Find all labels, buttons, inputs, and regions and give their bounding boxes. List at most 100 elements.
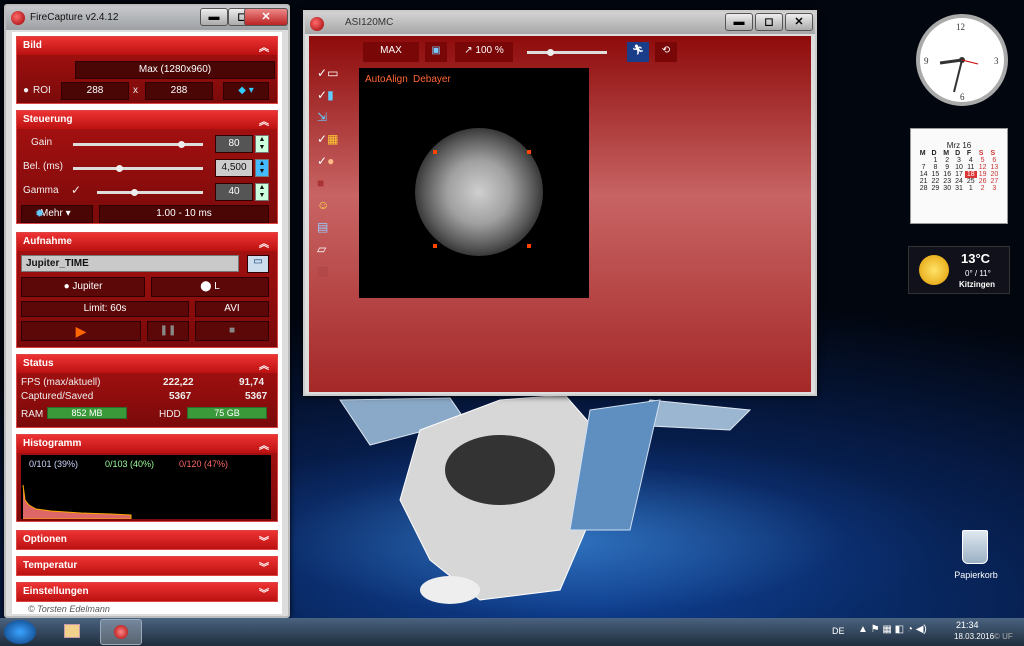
gain-slider-knob[interactable] bbox=[177, 141, 185, 148]
title-bar[interactable]: FireCapture v2.4.12 ▬ ◻ ✕ bbox=[6, 6, 288, 30]
clock-date[interactable]: 18.03.2016 bbox=[954, 632, 994, 641]
calendar-day[interactable]: 21 bbox=[918, 178, 930, 185]
capture-title-bar[interactable]: ASI120MC ▬ ◻ ✕ bbox=[305, 12, 815, 34]
taskbar-item-explorer[interactable] bbox=[52, 620, 92, 644]
calendar-day[interactable] bbox=[918, 157, 930, 164]
calendar-day[interactable]: 18 bbox=[964, 171, 977, 178]
calendar-day[interactable]: 6 bbox=[988, 157, 1000, 164]
tray-icons[interactable]: ▲ ⚑ ▦ ◧ ◔ ◀) bbox=[858, 624, 927, 635]
record-button[interactable]: ▶ bbox=[21, 321, 141, 341]
calendar-day[interactable]: 29 bbox=[930, 185, 942, 192]
start-button[interactable] bbox=[4, 620, 36, 644]
exposure-spinner[interactable]: ▲ ▼ bbox=[255, 159, 269, 177]
recycle-bin[interactable]: Papierkorb bbox=[948, 530, 1004, 584]
tool-record[interactable]: ■ bbox=[317, 176, 347, 194]
roi-dropdown[interactable]: ◆ ▾ bbox=[223, 82, 269, 100]
calendar-day[interactable]: 31 bbox=[953, 185, 965, 192]
tool-note[interactable]: ▱ bbox=[317, 242, 347, 260]
minimize-button[interactable]: ▬ bbox=[200, 8, 228, 26]
exposure-range[interactable]: 1.00 - 10 ms bbox=[99, 205, 269, 223]
tool-save[interactable]: ▤ bbox=[317, 220, 347, 238]
folder-button[interactable]: ▭ bbox=[247, 255, 269, 273]
panel-histogramm-header[interactable]: Histogramm ︽ bbox=[17, 435, 277, 453]
gamma-spinner[interactable]: ▲ ▼ bbox=[255, 183, 269, 201]
capture-minimize-button[interactable]: ▬ bbox=[725, 13, 753, 31]
panel-temperatur-header[interactable]: Temperatur ︾ bbox=[17, 557, 277, 575]
calendar-day[interactable]: 14 bbox=[918, 171, 930, 178]
calendar-day[interactable]: 22 bbox=[930, 178, 942, 185]
gain-slider[interactable] bbox=[73, 141, 203, 148]
calendar-day[interactable]: 2 bbox=[977, 185, 989, 192]
calendar-day[interactable]: 13 bbox=[988, 164, 1000, 171]
stop-button[interactable]: ■ bbox=[195, 321, 269, 341]
gamma-slider-knob[interactable] bbox=[131, 189, 139, 196]
exposure-slider-knob[interactable] bbox=[115, 165, 123, 172]
tool-trash[interactable]: ▥ bbox=[317, 264, 347, 282]
limit-button[interactable]: Limit: 60s bbox=[21, 301, 189, 317]
format-avi-button[interactable]: AVI bbox=[195, 301, 269, 317]
panel-einstellungen-header[interactable]: Einstellungen ︾ bbox=[17, 583, 277, 601]
roi-radio[interactable]: ● bbox=[23, 85, 29, 96]
tool-grid[interactable]: ✓▦ bbox=[317, 132, 347, 150]
calendar-day[interactable]: 8 bbox=[930, 164, 942, 171]
calendar-day[interactable]: 23 bbox=[941, 178, 953, 185]
clock-time[interactable]: 21:34 bbox=[956, 620, 979, 630]
calendar-day[interactable]: 28 bbox=[918, 185, 930, 192]
calendar-day[interactable]: 15 bbox=[930, 171, 942, 178]
calendar-day[interactable]: 12 bbox=[977, 164, 989, 171]
panel-einstellungen[interactable]: Einstellungen ︾ bbox=[16, 582, 278, 602]
panel-aufnahme-header[interactable]: Aufnahme ︽ bbox=[17, 233, 277, 251]
calendar-day[interactable]: 17 bbox=[953, 171, 965, 178]
roi-height-field[interactable]: 288 bbox=[145, 82, 213, 100]
calendar-day[interactable]: 5 bbox=[977, 157, 989, 164]
calendar-day[interactable]: 11 bbox=[965, 164, 977, 171]
zoom-slider-knob[interactable] bbox=[547, 49, 554, 56]
tool-zoom[interactable]: ⇲ bbox=[317, 110, 347, 128]
calendar-day[interactable]: 2 bbox=[941, 157, 953, 164]
gamma-slider[interactable] bbox=[97, 189, 203, 196]
panel-status-header[interactable]: Status ︽ bbox=[17, 355, 277, 373]
panel-temperatur[interactable]: Temperatur ︾ bbox=[16, 556, 278, 576]
calendar-day[interactable]: 26 bbox=[977, 178, 989, 185]
calendar-day[interactable]: 20 bbox=[988, 171, 1000, 178]
calendar-day[interactable]: 19 bbox=[977, 171, 989, 178]
gamma-value[interactable]: 40 bbox=[215, 183, 253, 201]
gamma-checkbox[interactable]: ✓ bbox=[71, 183, 81, 197]
tool-histogram[interactable]: ✓▮ bbox=[317, 88, 347, 106]
gain-spinner[interactable]: ▲ ▼ bbox=[255, 135, 269, 153]
gain-value[interactable]: 80 bbox=[215, 135, 253, 153]
language-indicator[interactable]: DE bbox=[832, 626, 845, 636]
pause-button[interactable]: ❚❚ bbox=[147, 321, 189, 341]
calendar-day[interactable]: 24 bbox=[953, 178, 965, 185]
calendar-day[interactable]: 1 bbox=[965, 185, 977, 192]
history-button[interactable]: ⟲ bbox=[655, 42, 677, 62]
roi-width-field[interactable]: 288 bbox=[61, 82, 129, 100]
zoom-button[interactable]: ↗ 100 % bbox=[455, 42, 513, 62]
run-button[interactable]: 🏃︎ bbox=[627, 42, 649, 62]
calendar-day[interactable]: 16 bbox=[941, 171, 953, 178]
autoalign-label[interactable]: AutoAlign bbox=[365, 74, 408, 85]
debayer-label[interactable]: Debayer bbox=[413, 74, 451, 85]
calendar-day[interactable]: 25 bbox=[965, 178, 977, 185]
exposure-value[interactable]: 4,500 bbox=[215, 159, 253, 177]
object-jupiter-button[interactable]: ● Jupiter bbox=[21, 277, 145, 297]
panel-optionen[interactable]: Optionen ︾ bbox=[16, 530, 278, 550]
capture-name-field[interactable]: Jupiter_TIME bbox=[21, 255, 239, 272]
panel-bild-header[interactable]: Bild ︽ bbox=[17, 37, 277, 55]
capture-close-button[interactable]: ✕ bbox=[785, 13, 813, 31]
preview-image[interactable]: AutoAlign Debayer bbox=[359, 68, 589, 298]
calendar-day[interactable]: 1 bbox=[930, 157, 942, 164]
calendar-day[interactable]: 9 bbox=[941, 164, 953, 171]
taskbar-item-firecapture[interactable] bbox=[100, 619, 142, 645]
calendar-day[interactable]: 3 bbox=[953, 157, 965, 164]
max-resolution-button[interactable]: Max (1280x960) bbox=[75, 61, 275, 79]
calendar-day[interactable]: 4 bbox=[965, 157, 977, 164]
display-button[interactable]: ▣ bbox=[425, 42, 447, 62]
max-button[interactable]: MAX bbox=[363, 42, 419, 62]
calendar-day[interactable]: 7 bbox=[918, 164, 930, 171]
tool-face[interactable]: ☺ bbox=[317, 198, 347, 216]
exposure-slider[interactable] bbox=[73, 165, 203, 172]
calendar-day[interactable]: 3 bbox=[988, 185, 1000, 192]
calendar-day[interactable]: 27 bbox=[988, 178, 1000, 185]
tool-planet[interactable]: ✓● bbox=[317, 154, 347, 172]
